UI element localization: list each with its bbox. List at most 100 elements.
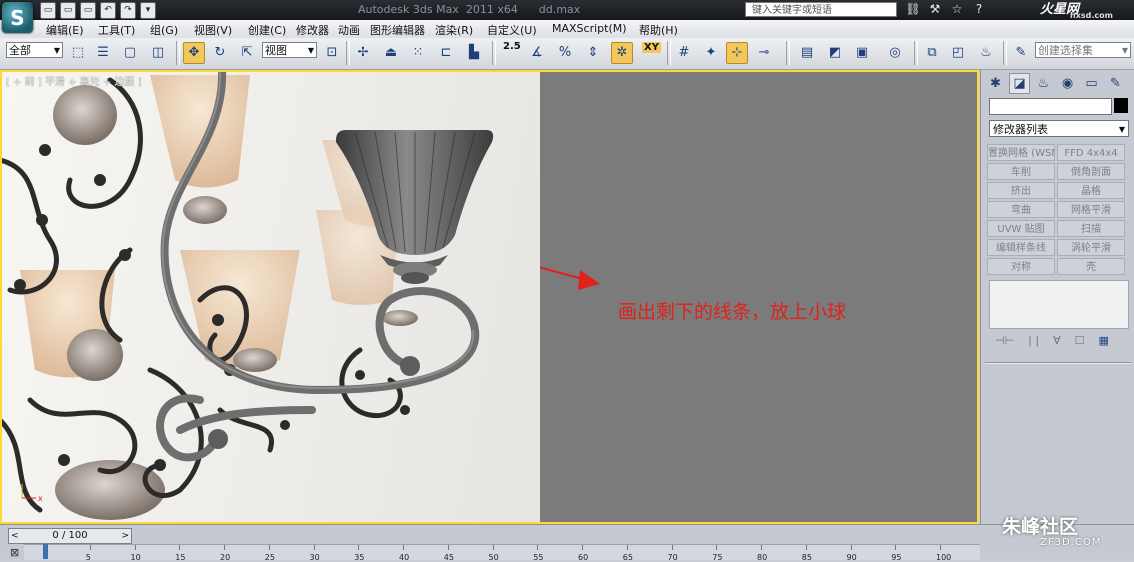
select-and-rotate-icon[interactable]: ↻ <box>209 42 231 64</box>
toolbar-separator <box>914 41 918 65</box>
chevron-down-icon: ▼ <box>53 46 60 55</box>
quick-access-dropdown-icon[interactable]: ▾ <box>140 2 156 19</box>
frame-tick <box>716 545 718 550</box>
rendered-frame-window-icon[interactable]: ◰ <box>947 42 969 64</box>
select-and-move-icon[interactable]: ✥ <box>183 42 205 64</box>
modifier-button[interactable]: 编辑样条线 <box>987 239 1055 256</box>
menu-group[interactable]: 组(G) <box>150 22 178 38</box>
modifier-button[interactable]: 壳 <box>1057 258 1125 275</box>
remove-modifier-icon[interactable]: ☐ <box>1075 334 1085 347</box>
modifier-button[interactable]: 晶格 <box>1057 182 1125 199</box>
motion-tab-icon[interactable]: ◉ <box>1057 73 1078 94</box>
menu-rendering[interactable]: 渲染(R) <box>435 22 473 38</box>
create-tab-icon[interactable]: ✱ <box>985 73 1006 94</box>
toolbar-separator <box>176 41 180 65</box>
frame-tick <box>313 545 315 550</box>
hierarchy-tab-icon[interactable]: ♨ <box>1033 73 1054 94</box>
pivot-center-icon[interactable]: ⊡ <box>321 42 343 64</box>
pin-stack-icon[interactable]: ⊣⊢ <box>995 334 1014 347</box>
render-setup-icon[interactable]: ⧉ <box>921 42 943 64</box>
menu-modifiers[interactable]: 修改器 <box>296 22 329 38</box>
named-selection-set-dropdown[interactable]: 创建选择集 ▼ <box>1035 42 1131 58</box>
modifier-button[interactable]: FFD 4x4x4 <box>1057 144 1125 161</box>
star-icon[interactable]: ☆ <box>949 2 965 17</box>
show-end-result-icon[interactable]: | | <box>1028 334 1039 347</box>
material-editor-icon[interactable]: ◎ <box>884 42 906 64</box>
app-menu-button[interactable]: S <box>2 2 33 33</box>
rectangular-selection-icon[interactable]: ▢ <box>119 42 141 64</box>
modifier-stack-view[interactable] <box>989 280 1129 329</box>
snap-settings-icon[interactable]: ✲ <box>611 42 633 64</box>
binoculars-icon[interactable]: ⛓ <box>905 2 921 17</box>
save-file-icon[interactable]: ▭ <box>80 2 96 19</box>
modifier-button[interactable]: 网格平滑 <box>1057 201 1125 218</box>
object-name-field[interactable] <box>989 98 1112 115</box>
new-file-icon[interactable]: ▭ <box>40 2 56 19</box>
modifier-button[interactable]: 对称 <box>987 258 1055 275</box>
create-point-icon[interactable]: ✦ <box>700 42 722 64</box>
undo-icon[interactable]: ↶ <box>100 2 116 19</box>
angle-snap-icon[interactable]: ∡ <box>526 42 548 64</box>
viewport-background-image[interactable]: x <box>0 70 540 524</box>
spinner-snap-icon[interactable]: ⇕ <box>582 42 604 64</box>
layer-manager-icon[interactable]: ▤ <box>796 42 818 64</box>
help-icon[interactable]: ? <box>971 2 987 17</box>
object-color-swatch[interactable] <box>1114 98 1128 113</box>
modifier-list-dropdown[interactable]: 修改器列表 ▼ <box>989 120 1129 137</box>
menu-create[interactable]: 创建(C) <box>248 22 286 38</box>
select-by-name-icon[interactable]: ☰ <box>92 42 114 64</box>
schematic-view-icon[interactable]: ▣ <box>851 42 873 64</box>
modifier-button[interactable]: UVW 贴图 <box>987 220 1055 237</box>
selection-filter-dropdown[interactable]: 全部 ▼ <box>6 42 63 58</box>
toolbar-separator <box>667 41 671 65</box>
configure-modifier-sets-icon[interactable]: ▦ <box>1099 334 1109 347</box>
keyboard-shortcut-override-icon[interactable]: ⏏ <box>380 42 402 64</box>
grid-icon[interactable]: # <box>673 42 695 64</box>
select-object-icon[interactable]: ⬚ <box>67 42 89 64</box>
time-slider[interactable]: < 0 / 100 > <box>8 528 132 544</box>
render-teapot-icon[interactable]: ♨ <box>975 42 997 64</box>
menu-help[interactable]: 帮助(H) <box>639 22 678 38</box>
window-crossing-icon[interactable]: ◫ <box>147 42 169 64</box>
viewport-label[interactable]: [ + 前 ] 平滑 + 高光 + 边面 ] <box>6 73 141 88</box>
menu-edit[interactable]: 编辑(E) <box>46 22 84 38</box>
percent-snap-icon[interactable]: % <box>554 42 576 64</box>
menu-tools[interactable]: 工具(T) <box>98 22 135 38</box>
select-and-scale-icon[interactable]: ⇱ <box>236 42 258 64</box>
edit-named-selection-icon[interactable]: ✎ <box>1010 42 1032 64</box>
modifier-button[interactable]: 置换网格 (WSM) <box>987 144 1055 161</box>
modifier-button[interactable]: 挤出 <box>987 182 1055 199</box>
modify-tab-icon[interactable]: ◪ <box>1009 73 1030 94</box>
display-tab-icon[interactable]: ▭ <box>1081 73 1102 94</box>
modifier-button[interactable]: 弯曲 <box>987 201 1055 218</box>
modifier-button[interactable]: 涡轮平滑 <box>1057 239 1125 256</box>
redo-icon[interactable]: ↷ <box>120 2 136 19</box>
modifier-button[interactable]: 车削 <box>987 163 1055 180</box>
make-unique-icon[interactable]: ∀ <box>1053 334 1061 347</box>
frame-tick <box>895 545 897 550</box>
snaps-toggle-icon[interactable]: ⁙ <box>407 42 429 64</box>
next-frame-button[interactable]: > <box>121 529 129 543</box>
menu-views[interactable]: 视图(V) <box>194 22 232 38</box>
help-search-input[interactable]: 键入关键字或短语 <box>745 2 897 17</box>
frame-tick <box>671 545 673 550</box>
frame-tick <box>582 545 583 550</box>
snap-toggle-icon[interactable]: ⊹ <box>726 42 748 64</box>
align-icon[interactable]: ▙ <box>463 42 485 64</box>
modifier-button[interactable]: 倒角剖面 <box>1057 163 1125 180</box>
menu-animation[interactable]: 动画 <box>338 22 360 38</box>
graphite-modeling-icon[interactable]: ◩ <box>824 42 846 64</box>
xy-plane-label[interactable]: XY <box>642 42 661 53</box>
tools-icon[interactable]: ⚒ <box>927 2 943 17</box>
menu-customize[interactable]: 自定义(U) <box>487 22 537 38</box>
reference-coordinate-dropdown[interactable]: 视图 ▼ <box>262 42 317 58</box>
modifier-button[interactable]: 扫描 <box>1057 220 1125 237</box>
open-mini-curve-editor-icon[interactable]: ⊠ <box>10 546 19 559</box>
utilities-tab-icon[interactable]: ✎ <box>1105 73 1126 94</box>
curve-editor-icon[interactable]: ⊸ <box>753 42 775 64</box>
menu-maxscript[interactable]: MAXScript(M) <box>552 22 627 35</box>
mirror-icon[interactable]: ⊏ <box>435 42 457 64</box>
open-file-icon[interactable]: ▭ <box>60 2 76 19</box>
select-and-manipulate-icon[interactable]: ✢ <box>352 42 374 64</box>
menu-graph-editors[interactable]: 图形编辑器 <box>370 22 425 38</box>
